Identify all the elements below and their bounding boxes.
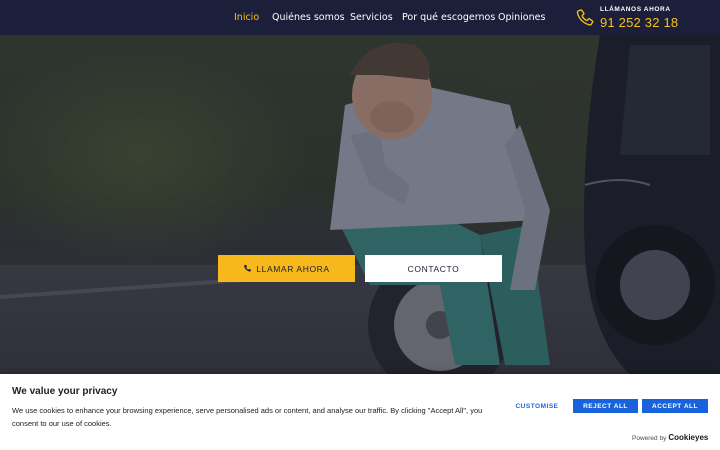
cookieyes-logo: Cookieyes [668,433,709,442]
call-now-button[interactable]: LLAMAR AHORA [218,255,355,282]
phone-icon [244,264,252,272]
site-header: Inicio Quiénes somos Servicios Por qué e… [0,0,720,35]
phone-number[interactable]: 91 252 32 18 [600,15,678,30]
hero-overlay [0,35,720,375]
cookie-banner: We value your privacy We use cookies to … [0,374,720,450]
cookie-text: We use cookies to enhance your browsing … [12,406,483,428]
contact-button[interactable]: CONTACTO [365,255,502,282]
nav-item-opiniones[interactable]: Opiniones [498,12,545,23]
nav-item-quienes-somos[interactable]: Quiénes somos [272,12,345,23]
call-now-label: LLAMAR AHORA [256,263,330,274]
contact-label: CONTACTO [407,263,460,274]
powered-by-label: Powered by [632,435,667,442]
cookie-title: We value your privacy [12,386,118,397]
nav-item-inicio[interactable]: Inicio [234,12,259,23]
reject-all-button[interactable]: REJECT ALL [573,399,638,413]
accept-all-button[interactable]: ACCEPT ALL [642,399,708,413]
powered-by[interactable]: Powered by Cookieyes [632,433,708,442]
nav-item-servicios[interactable]: Servicios [350,12,393,23]
hero-section: LLAMAR AHORA CONTACTO [0,35,720,375]
phone-icon [575,8,595,28]
customise-button[interactable]: CUSTOMISE [506,399,568,413]
phone-caption: LLÁMANOS AHORA [600,6,671,13]
nav-item-por-que-escogernos[interactable]: Por qué escogernos [402,12,495,23]
header-phone[interactable]: LLÁMANOS AHORA 91 252 32 18 [575,5,715,31]
